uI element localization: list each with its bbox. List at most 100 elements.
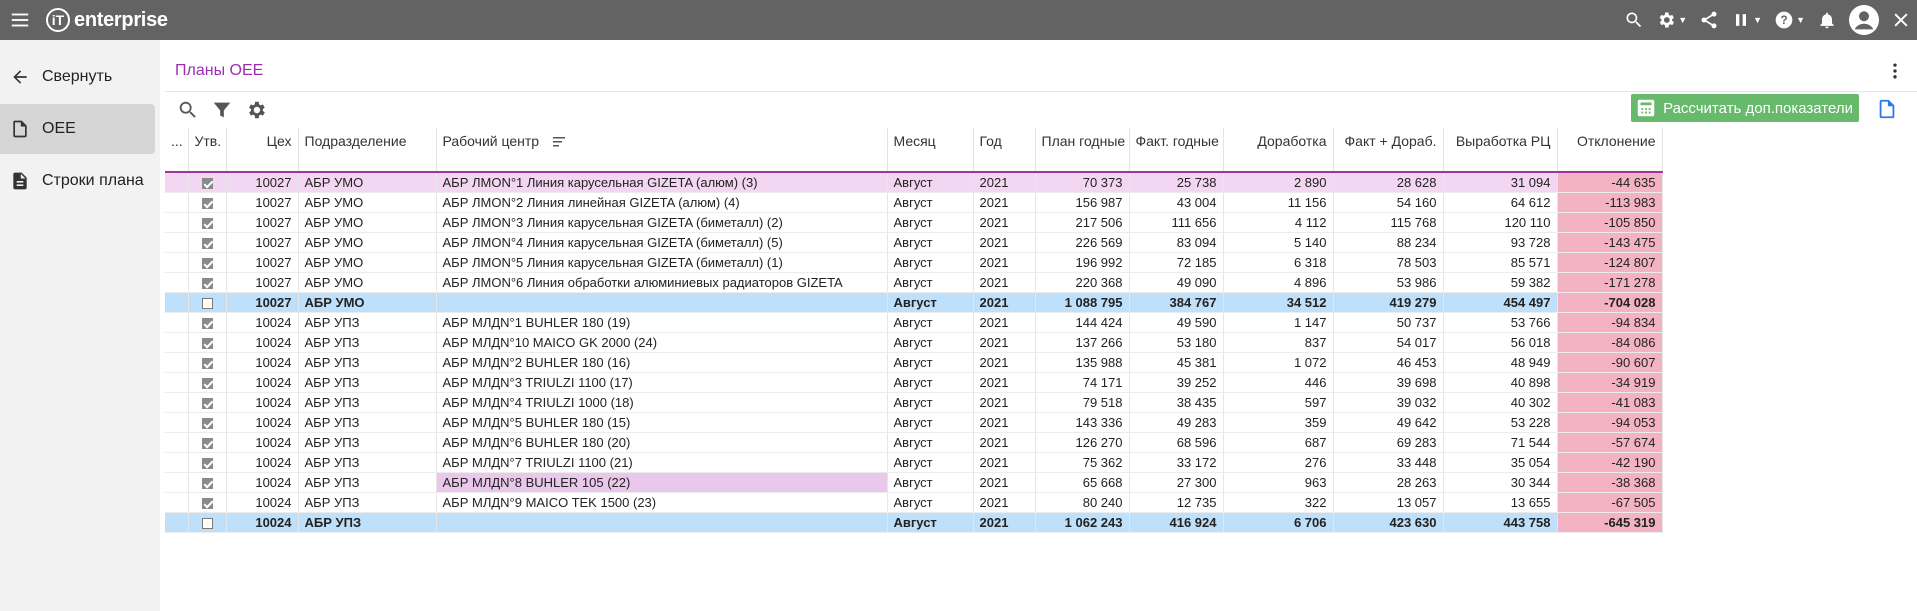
cell-month[interactable]: Август xyxy=(887,432,974,453)
cell-deviation[interactable]: -105 850 xyxy=(1557,212,1663,233)
cell-year[interactable]: 2021 xyxy=(973,332,1036,353)
cell-month[interactable]: Август xyxy=(887,252,974,273)
cell-wc-output[interactable]: 31 094 xyxy=(1443,172,1558,193)
cell-deviation[interactable]: -94 834 xyxy=(1557,312,1663,333)
approved-checkbox[interactable] xyxy=(201,177,213,189)
approved-cell[interactable] xyxy=(188,272,227,293)
cell-plan-good[interactable]: 79 518 xyxy=(1035,392,1130,413)
approved-checkbox[interactable] xyxy=(201,297,213,309)
cell-month[interactable]: Август xyxy=(887,512,974,533)
cell-department[interactable]: АБР УПЗ xyxy=(298,432,437,453)
cell-deviation[interactable]: -94 053 xyxy=(1557,412,1663,433)
cell-workshop[interactable]: 10024 xyxy=(226,332,299,353)
cell-rework[interactable]: 5 140 xyxy=(1223,232,1334,253)
cell-work-center[interactable]: АБР МЛДN°6 BUHLER 180 (20) xyxy=(436,432,888,453)
cell-workshop[interactable]: 10027 xyxy=(226,272,299,293)
cell-month[interactable]: Август xyxy=(887,232,974,253)
cell-rework[interactable]: 446 xyxy=(1223,372,1334,393)
cell-month[interactable]: Август xyxy=(887,452,974,473)
approved-checkbox[interactable] xyxy=(201,417,213,429)
column-header-department[interactable]: Подразделение xyxy=(298,128,437,154)
cell-rework[interactable]: 687 xyxy=(1223,432,1334,453)
filter-cell[interactable] xyxy=(887,154,974,173)
cell-month[interactable]: Август xyxy=(887,492,974,513)
share-icon[interactable] xyxy=(1693,0,1725,40)
filter-cell[interactable] xyxy=(226,154,299,173)
cell-wc-output[interactable]: 59 382 xyxy=(1443,272,1558,293)
cell-fact-good[interactable]: 27 300 xyxy=(1129,472,1224,493)
approved-checkbox[interactable] xyxy=(201,517,213,529)
filter-cell[interactable] xyxy=(1557,154,1663,173)
settings-menu[interactable]: ▼ xyxy=(1650,0,1693,40)
cell-plan-good[interactable]: 143 336 xyxy=(1035,412,1130,433)
cell-rework[interactable]: 963 xyxy=(1223,472,1334,493)
cell-deviation[interactable]: -171 278 xyxy=(1557,272,1663,293)
approved-cell[interactable] xyxy=(188,232,227,253)
cell-fact-good[interactable]: 53 180 xyxy=(1129,332,1224,353)
cell-fact-plus-rework[interactable]: 115 768 xyxy=(1333,212,1444,233)
cell-work-center[interactable]: АБР ЛМОN°4 Линия карусельная GIZETA (бим… xyxy=(436,232,888,253)
cell-work-center[interactable] xyxy=(436,292,888,313)
table-row[interactable]: 10024 АБР УПЗ АБР МЛДN°3 TRIULZI 1100 (17)… xyxy=(165,372,1663,393)
cell-plan-good[interactable]: 217 506 xyxy=(1035,212,1130,233)
cell-deviation[interactable]: -44 635 xyxy=(1557,172,1663,193)
row-selector-cell[interactable] xyxy=(165,512,189,533)
search-icon[interactable] xyxy=(171,94,205,126)
cell-fact-good[interactable]: 25 738 xyxy=(1129,172,1224,193)
cell-workshop[interactable]: 10027 xyxy=(226,212,299,233)
cell-deviation[interactable]: -90 607 xyxy=(1557,352,1663,373)
cell-month[interactable]: Август xyxy=(887,172,974,193)
pause-menu[interactable]: ▼ xyxy=(1725,0,1768,40)
table-row[interactable]: 10024 АБР УПЗ АБР МЛДN°6 BUHLER 180 (20) Ав… xyxy=(165,432,1663,453)
cell-fact-good[interactable]: 49 283 xyxy=(1129,412,1224,433)
cell-fact-plus-rework[interactable]: 419 279 xyxy=(1333,292,1444,313)
approved-cell[interactable] xyxy=(188,372,227,393)
cell-fact-good[interactable]: 49 590 xyxy=(1129,312,1224,333)
approved-checkbox[interactable] xyxy=(201,477,213,489)
cell-year[interactable]: 2021 xyxy=(973,452,1036,473)
approved-checkbox[interactable] xyxy=(201,437,213,449)
cell-work-center[interactable]: АБР ЛМОN°1 Линия карусельная GIZETA (алю… xyxy=(436,172,888,193)
approved-cell[interactable] xyxy=(188,392,227,413)
filter-cell[interactable] xyxy=(973,154,1036,173)
cell-fact-plus-rework[interactable]: 33 448 xyxy=(1333,452,1444,473)
cell-fact-good[interactable]: 72 185 xyxy=(1129,252,1224,273)
cell-month[interactable]: Август xyxy=(887,392,974,413)
cell-work-center[interactable]: АБР ЛМОN°3 Линия карусельная GIZETA (бим… xyxy=(436,212,888,233)
help-menu[interactable]: ? ▼ xyxy=(1768,0,1811,40)
cell-plan-good[interactable]: 156 987 xyxy=(1035,192,1130,213)
cell-fact-plus-rework[interactable]: 88 234 xyxy=(1333,232,1444,253)
approved-checkbox[interactable] xyxy=(201,277,213,289)
approved-checkbox[interactable] xyxy=(201,497,213,509)
approved-cell[interactable] xyxy=(188,212,227,233)
cell-fact-good[interactable]: 38 435 xyxy=(1129,392,1224,413)
cell-department[interactable]: АБР УМО xyxy=(298,252,437,273)
close-icon[interactable] xyxy=(1885,0,1917,40)
cell-rework[interactable]: 1 072 xyxy=(1223,352,1334,373)
cell-department[interactable]: АБР УМО xyxy=(298,172,437,193)
cell-fact-plus-rework[interactable]: 39 698 xyxy=(1333,372,1444,393)
row-selector-cell[interactable] xyxy=(165,252,189,273)
cell-department[interactable]: АБР УПЗ xyxy=(298,412,437,433)
filter-cell[interactable] xyxy=(1035,154,1130,173)
column-header-plan-good[interactable]: План годные xyxy=(1035,128,1130,154)
cell-department[interactable]: АБР УПЗ xyxy=(298,492,437,513)
cell-month[interactable]: Август xyxy=(887,312,974,333)
table-row[interactable]: 10027 АБР УМО АБР ЛМОN°3 Линия карусельная… xyxy=(165,212,1663,233)
cell-deviation[interactable]: -113 983 xyxy=(1557,192,1663,213)
cell-deviation[interactable]: -42 190 xyxy=(1557,452,1663,473)
approved-checkbox[interactable] xyxy=(201,317,213,329)
cell-deviation[interactable]: -41 083 xyxy=(1557,392,1663,413)
cell-department[interactable]: АБР УМО xyxy=(298,232,437,253)
sort-icon[interactable] xyxy=(552,136,567,148)
cell-rework[interactable]: 1 147 xyxy=(1223,312,1334,333)
cell-year[interactable]: 2021 xyxy=(973,292,1036,313)
approved-cell[interactable] xyxy=(188,472,227,493)
cell-fact-plus-rework[interactable]: 13 057 xyxy=(1333,492,1444,513)
cell-plan-good[interactable]: 75 362 xyxy=(1035,452,1130,473)
cell-fact-good[interactable]: 39 252 xyxy=(1129,372,1224,393)
cell-workshop[interactable]: 10024 xyxy=(226,372,299,393)
cell-fact-good[interactable]: 83 094 xyxy=(1129,232,1224,253)
cell-wc-output[interactable]: 13 655 xyxy=(1443,492,1558,513)
row-selector-cell[interactable] xyxy=(165,312,189,333)
